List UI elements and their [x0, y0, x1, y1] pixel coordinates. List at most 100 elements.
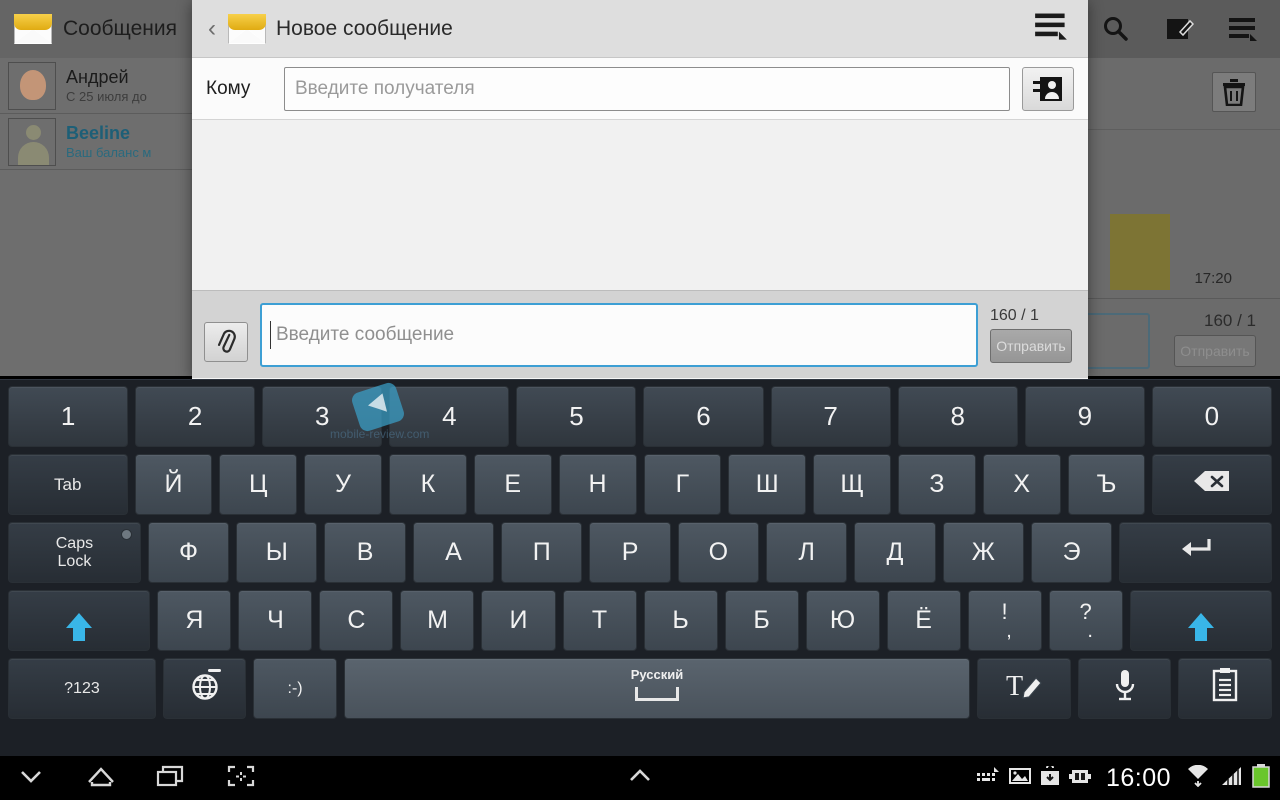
- key-9[interactable]: 9: [1024, 386, 1145, 447]
- key-voice-input[interactable]: [1077, 658, 1172, 719]
- home-icon[interactable]: [84, 763, 118, 794]
- key-cyrillic-yu[interactable]: Ю: [805, 590, 880, 651]
- key-cyrillic-i[interactable]: И: [481, 590, 556, 651]
- key-cyrillic-o[interactable]: О: [677, 522, 760, 583]
- wifi-icon[interactable]: [1186, 764, 1210, 792]
- key-enter[interactable]: [1119, 522, 1272, 583]
- key-cyrillic-hard-sign[interactable]: Ъ: [1067, 454, 1146, 515]
- key-label: Д: [886, 538, 904, 566]
- key-cyrillic-ch[interactable]: Ч: [238, 590, 313, 651]
- key-cyrillic-z[interactable]: З: [897, 454, 976, 515]
- search-icon[interactable]: [1098, 12, 1132, 46]
- key-cyrillic-b[interactable]: Б: [724, 590, 799, 651]
- contact-picker-icon[interactable]: [1022, 66, 1074, 111]
- background-send-button[interactable]: Отправить: [1174, 335, 1256, 367]
- key-cyrillic-a[interactable]: А: [412, 522, 495, 583]
- key-tab[interactable]: Tab: [8, 454, 128, 515]
- key-cyrillic-ye[interactable]: Е: [473, 454, 552, 515]
- key-label: Ъ: [1096, 470, 1117, 498]
- key-cyrillic-i-short[interactable]: Й: [134, 454, 213, 515]
- key-cyrillic-f[interactable]: Ф: [147, 522, 230, 583]
- key-3[interactable]: 3: [262, 386, 383, 447]
- key-cyrillic-ts[interactable]: Ц: [219, 454, 298, 515]
- key-label: 3: [315, 401, 330, 431]
- conversation-list[interactable]: Андрей С 25 июля до Beeline Ваш баланс м: [0, 58, 192, 376]
- download-icon[interactable]: [1040, 763, 1060, 791]
- key-cyrillic-t[interactable]: Т: [562, 590, 637, 651]
- signal-icon[interactable]: [1219, 765, 1243, 792]
- message-input[interactable]: Введите сообщение: [260, 302, 978, 367]
- key-cyrillic-n[interactable]: Н: [558, 454, 637, 515]
- key-backspace[interactable]: [1152, 454, 1272, 515]
- trash-icon[interactable]: [1212, 72, 1256, 112]
- key-caps-lock[interactable]: Caps Lock: [8, 522, 141, 583]
- key-shift-right[interactable]: [1129, 590, 1273, 651]
- key-cyrillic-m[interactable]: М: [400, 590, 475, 651]
- key-label: Г: [675, 470, 690, 498]
- key-0[interactable]: 0: [1151, 386, 1272, 447]
- compose-icon[interactable]: [1162, 12, 1196, 46]
- key-shift-left[interactable]: [8, 590, 151, 651]
- send-button[interactable]: Отправить: [990, 328, 1072, 363]
- key-cyrillic-r[interactable]: Р: [589, 522, 671, 583]
- message-thread-area: [192, 120, 1088, 290]
- key-cyrillic-v[interactable]: В: [324, 522, 406, 583]
- key-4[interactable]: 4: [389, 386, 510, 447]
- recent-apps-icon[interactable]: [154, 763, 188, 794]
- key-cyrillic-k[interactable]: К: [389, 454, 467, 515]
- key-label: 7: [823, 401, 838, 431]
- list-item[interactable]: Андрей С 25 июля до: [0, 58, 192, 114]
- keyboard-row-function-row: ?123 :-) Русский T: [8, 658, 1273, 719]
- key-exclamation-comma[interactable]: !,: [967, 590, 1042, 651]
- paperclip-icon[interactable]: [204, 322, 248, 362]
- hide-keyboard-icon[interactable]: [14, 763, 48, 794]
- back-chevron-icon[interactable]: ‹: [206, 16, 228, 41]
- list-item[interactable]: Beeline Ваш баланс м: [0, 114, 192, 170]
- key-cyrillic-soft-sign[interactable]: Ь: [643, 590, 718, 651]
- key-cyrillic-s[interactable]: С: [319, 590, 394, 651]
- onscreen-keyboard[interactable]: 1 2 3 4 5 6 7 8 9 0 Tab Й Ц У К Е Н Г Ш Щ З Х Ъ Caps Lock Ф Ы В А П Р О…: [0, 379, 1280, 756]
- key-1[interactable]: 1: [8, 386, 129, 447]
- key-cyrillic-p[interactable]: П: [501, 522, 583, 583]
- key-cyrillic-u[interactable]: У: [304, 454, 383, 515]
- expand-up-icon[interactable]: [623, 764, 657, 793]
- screenshot-icon[interactable]: [224, 763, 258, 794]
- image-status-icon[interactable]: [1008, 766, 1031, 791]
- key-cyrillic-g[interactable]: Г: [643, 454, 722, 515]
- battery-icon[interactable]: [1252, 763, 1270, 793]
- overflow-menu-icon[interactable]: [1226, 12, 1260, 46]
- app-title: Сообщения: [63, 17, 177, 40]
- key-label: Л: [798, 538, 815, 566]
- key-label: Caps Lock: [55, 534, 94, 570]
- key-label: К: [420, 470, 436, 498]
- key-question-period[interactable]: ?.: [1048, 590, 1123, 651]
- key-language-globe[interactable]: [162, 658, 247, 719]
- key-7[interactable]: 7: [770, 386, 891, 447]
- key-cyrillic-d[interactable]: Д: [854, 522, 936, 583]
- key-cyrillic-yery[interactable]: Ы: [236, 522, 318, 583]
- key-5[interactable]: 5: [516, 386, 637, 447]
- key-handwriting[interactable]: T: [977, 658, 1071, 719]
- recipient-input[interactable]: Введите получателя: [284, 66, 1010, 111]
- key-cyrillic-zh[interactable]: Ж: [942, 522, 1024, 583]
- key-cyrillic-yo[interactable]: Ё: [886, 590, 961, 651]
- key-cyrillic-shch[interactable]: Щ: [813, 454, 891, 515]
- key-8[interactable]: 8: [897, 386, 1018, 447]
- keyboard-status-icon[interactable]: [976, 766, 1000, 791]
- key-cyrillic-ya[interactable]: Я: [157, 590, 232, 651]
- recipient-placeholder: Введите получателя: [295, 77, 475, 99]
- key-cyrillic-h[interactable]: Х: [982, 454, 1061, 515]
- microphone-icon: [1111, 668, 1139, 709]
- key-cyrillic-e[interactable]: Э: [1030, 522, 1113, 583]
- usb-icon[interactable]: [1068, 766, 1091, 791]
- key-emoticon[interactable]: :-): [253, 658, 337, 719]
- overflow-menu-icon[interactable]: [1034, 11, 1068, 46]
- key-symbols[interactable]: ?123: [8, 658, 156, 719]
- key-cyrillic-l[interactable]: Л: [766, 522, 848, 583]
- key-2[interactable]: 2: [135, 386, 256, 447]
- key-clipboard[interactable]: [1178, 658, 1273, 719]
- key-label: Ы: [265, 538, 288, 566]
- key-cyrillic-sh[interactable]: Ш: [728, 454, 807, 515]
- key-space[interactable]: Русский: [343, 658, 971, 719]
- key-6[interactable]: 6: [643, 386, 764, 447]
